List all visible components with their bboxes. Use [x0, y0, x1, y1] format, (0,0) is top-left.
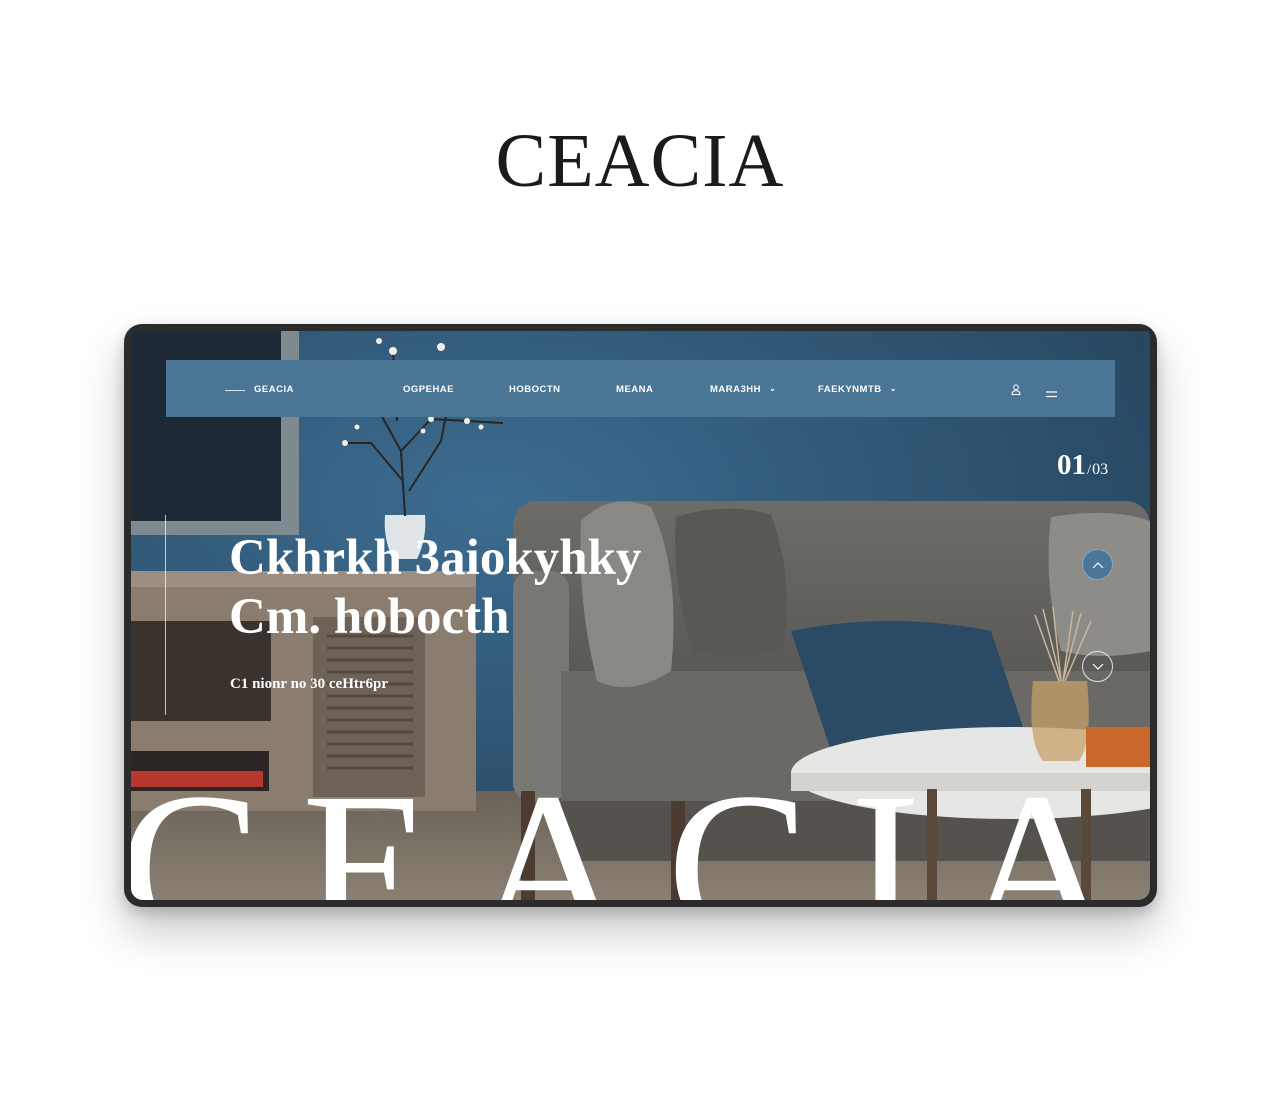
slide-counter: 01/03 — [1057, 449, 1108, 482]
nav-item-label: MARA3HH — [710, 384, 761, 395]
menu-icon[interactable] — [1046, 385, 1057, 403]
hero-giant-brand-word: CEACIA — [131, 749, 1150, 901]
chevron-up-icon — [1092, 561, 1103, 568]
slide-next-button[interactable] — [1082, 651, 1113, 682]
brand-title: CEACIA — [495, 119, 785, 203]
hero-headline-line-2: Cm. hobocth — [229, 589, 510, 645]
hero-headline-line-1: Ckhrkh 3aiokyhky — [229, 530, 642, 586]
top-navigation: GEACIA OGPEHAE HOBOCTN MEANA MARA3HH ⌄ F… — [166, 360, 1115, 417]
nav-item-label: MEANA — [616, 384, 654, 395]
nav-item-label: FAEKYNMTB — [818, 384, 882, 395]
chevron-down-icon: ⌄ — [769, 384, 777, 393]
nav-item-label: HOBOCTN — [509, 384, 561, 395]
website-screen: GEACIA OGPEHAE HOBOCTN MEANA MARA3HH ⌄ F… — [131, 331, 1150, 900]
chevron-down-icon: ⌄ — [889, 384, 897, 393]
vertical-divider — [165, 515, 166, 715]
nav-item-1[interactable]: OGPEHAE — [403, 384, 454, 395]
nav-item-2[interactable]: HOBOCTN — [509, 384, 561, 395]
user-icon[interactable] — [1011, 382, 1021, 400]
nav-logo[interactable]: GEACIA — [254, 384, 294, 395]
nav-item-5-dropdown[interactable]: FAEKYNMTB ⌄ — [818, 384, 897, 395]
device-frame: GEACIA OGPEHAE HOBOCTN MEANA MARA3HH ⌄ F… — [124, 324, 1157, 907]
hero-subline: C1 nionr no 30 ceHtr6pr — [230, 676, 389, 692]
nav-item-3[interactable]: MEANA — [616, 384, 653, 395]
nav-item-4-dropdown[interactable]: MARA3HH ⌄ — [710, 384, 776, 395]
hero-headline: Ckhrkh 3aiokyhky Cm. hobocth — [229, 529, 641, 647]
logo-dash — [225, 390, 245, 391]
slide-total: 03 — [1092, 461, 1109, 478]
slide-current: 01 — [1057, 449, 1086, 481]
nav-item-label: OGPEHAE — [403, 384, 455, 395]
slide-prev-button[interactable] — [1082, 549, 1113, 580]
chevron-down-icon — [1092, 663, 1103, 670]
slide-separator: / — [1087, 462, 1092, 478]
